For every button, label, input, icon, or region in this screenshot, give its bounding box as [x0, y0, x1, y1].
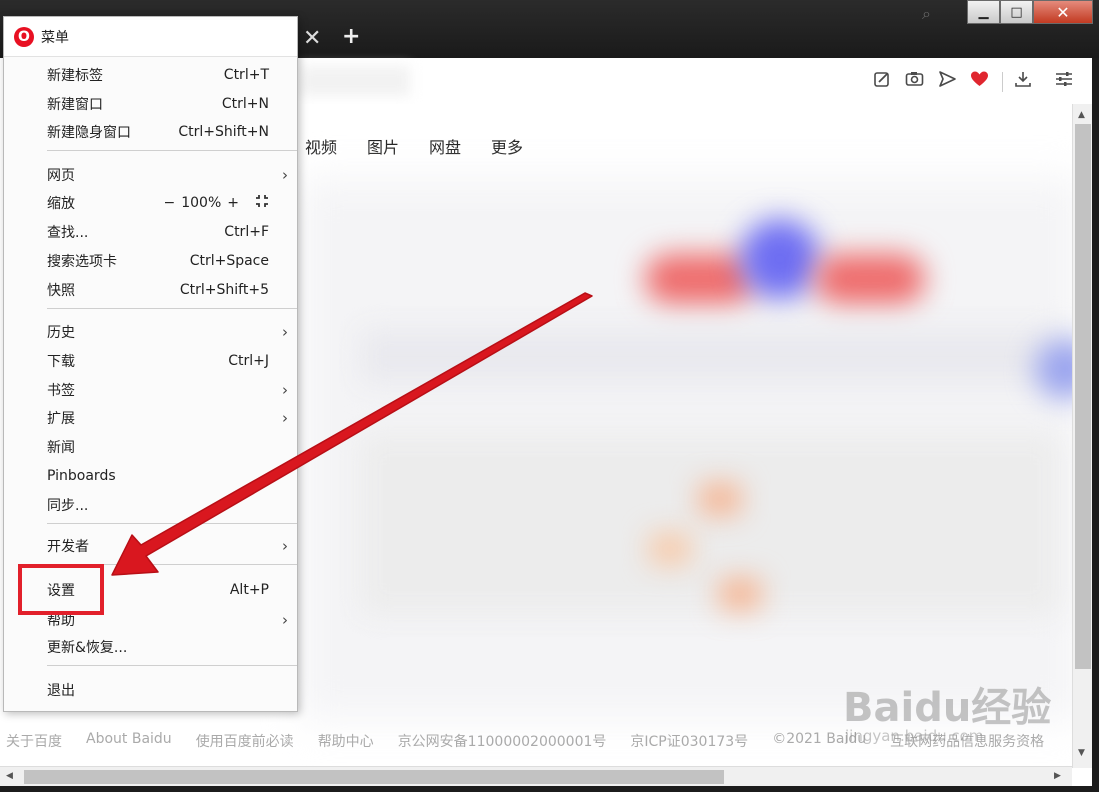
- annotation-arrow: [111, 292, 593, 576]
